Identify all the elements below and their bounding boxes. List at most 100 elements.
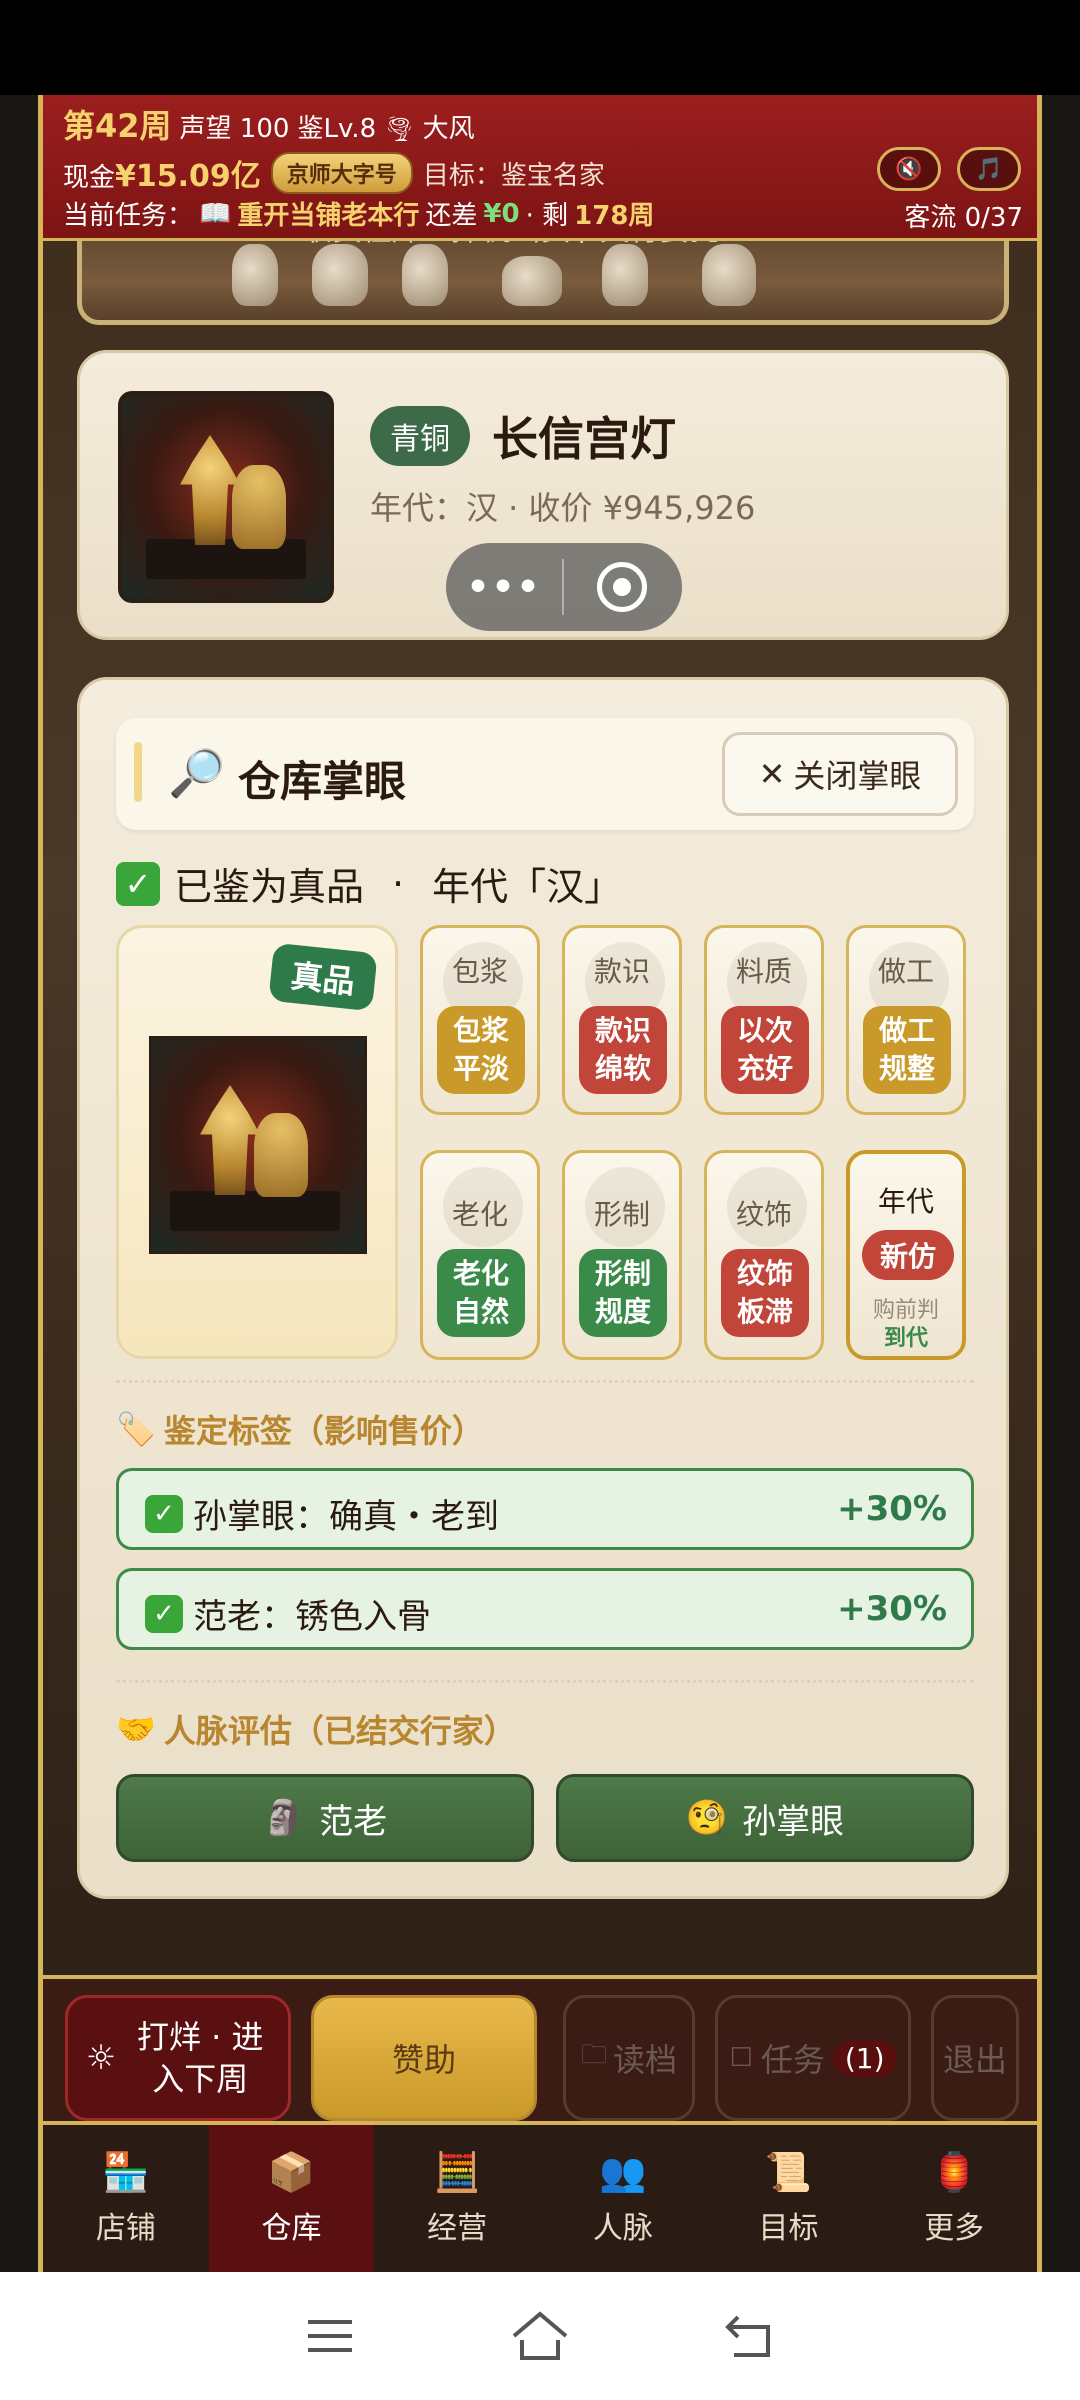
tasks-label: 任务 [760, 2041, 825, 2079]
attribute-tile[interactable]: 纹饰 纹饰 板滞 [704, 1150, 824, 1360]
bottom-tab-bar: 🏪 店铺 📦 仓库 🧮 经营 👥 人脉 📜 目标 🏮 更多 [43, 2125, 1037, 2272]
target-circle-icon [597, 562, 647, 612]
close-miniprogram-button[interactable] [564, 562, 680, 612]
contact-label: 孙掌眼 [742, 1801, 845, 1842]
tab-label: 店铺 [95, 2210, 156, 2246]
exit-label: 退出 [942, 2041, 1007, 2079]
appraisal-level: 鉴Lv.8 [297, 114, 377, 144]
menu-icon[interactable] [300, 2306, 360, 2366]
item-title-row: 青铜 长信宫灯 [370, 403, 676, 469]
week-counter: 第42周 [63, 107, 172, 145]
header-row-task: 当前任务： 📖 重开当铺老本行 还差 ¥0 · 剩 178周 [63, 195, 654, 232]
action-bar: ☼ 打烊 · 进入下周 赞助 🗀 读档 ☐ 任务 (1) 退出 [43, 1975, 1037, 2125]
home-icon[interactable] [510, 2306, 570, 2366]
system-nav-bar [0, 2272, 1080, 2400]
item-name: 长信宫灯 [492, 412, 676, 466]
customer-traffic: 客流 0/37 [904, 203, 1023, 233]
tab-label: 人脉 [592, 2210, 653, 2246]
font-badge[interactable]: 京师大字号 [270, 152, 413, 194]
verdict-separator: · [392, 861, 405, 906]
authentic-badge: 真品 [268, 942, 378, 1012]
material-tag: 青铜 [370, 406, 470, 466]
speaker-mute-icon: 🔇 [895, 156, 923, 182]
attribute-tile[interactable]: 老化 老化 自然 [420, 1150, 540, 1360]
tab-shop[interactable]: 🏪 店铺 [43, 2125, 209, 2272]
reputation: 声望 100 [179, 114, 290, 144]
attribute-tile[interactable]: 款识 款识 绵软 [562, 925, 682, 1115]
attribute-name: 款识 [593, 955, 650, 988]
attribute-name: 做工 [877, 955, 934, 988]
appraisal-tag: ✓ 范老：锈色入骨 +30% [116, 1568, 974, 1650]
contacts-heading-text: 人脉评估（已结交行家） [163, 1712, 516, 1750]
handshake-icon: 🤝 [116, 1710, 156, 1748]
cash-label: 现金 [63, 163, 116, 193]
tab-more[interactable]: 🏮 更多 [871, 2125, 1037, 2272]
tab-label: 目标 [758, 2210, 819, 2246]
tab-label: 仓库 [261, 2210, 322, 2246]
contacts-heading: 🤝 人脉评估（已结交行家） [116, 1706, 516, 1752]
task-gap-value: ¥0 [483, 198, 520, 229]
vase-image [602, 244, 648, 306]
attribute-tile[interactable]: 形制 形制 规度 [562, 1150, 682, 1360]
contact-button-sun[interactable]: 🧐 孙掌眼 [556, 1774, 974, 1862]
mini-program-capsule: ••• [446, 543, 682, 631]
goal-text: 目标：鉴宝名家 [422, 160, 605, 191]
attribute-tile[interactable]: 包浆 包浆 平淡 [420, 925, 540, 1115]
sun-icon: ☼ [85, 2038, 117, 2078]
tab-business[interactable]: 🧮 经营 [374, 2125, 540, 2272]
tag-bonus: +30% [837, 1489, 947, 1529]
attribute-name: 形制 [593, 1198, 650, 1231]
tag-text-group: ✓ 孙掌眼：确真・老到 [145, 1489, 499, 1538]
attribute-tile[interactable]: 做工 做工 规整 [846, 925, 966, 1115]
task-remain-label: · 剩 [525, 201, 569, 231]
attribute-name: 料质 [735, 955, 792, 988]
close-appraisal-button[interactable]: ✕ 关闭掌眼 [722, 732, 958, 816]
panel-header: 🔎 仓库掌眼 ✕ 关闭掌眼 [116, 718, 974, 830]
tags-heading-text: 鉴定标签（影响售价） [163, 1412, 484, 1450]
verdict-text: 已鉴为真品 [174, 865, 365, 909]
people-icon: 👥 [599, 2150, 647, 2194]
divider [116, 1680, 974, 1683]
check-icon: ✓ [145, 1494, 183, 1533]
tasks-button[interactable]: ☐ 任务 (1) [715, 1995, 911, 2121]
back-icon[interactable] [720, 2306, 780, 2366]
panel-title: 仓库掌眼 [238, 757, 407, 806]
monocle-face-icon: 🧐 [685, 1798, 729, 1838]
tab-goals[interactable]: 📜 目标 [706, 2125, 872, 2272]
tag-bonus: +30% [837, 1589, 947, 1629]
vase-image [232, 244, 278, 306]
task-name[interactable]: 重开当铺老本行 [237, 195, 419, 232]
sponsor-button[interactable]: 赞助 [311, 1995, 537, 2121]
scroll-icon: 📜 [764, 2150, 813, 2194]
more-options-button[interactable]: ••• [446, 567, 562, 608]
item-preview-tile[interactable]: 真品 [116, 925, 398, 1359]
tag-text-group: ✓ 范老：锈色入骨 [145, 1589, 431, 1638]
tag-text: 范老：锈色入骨 [193, 1597, 431, 1637]
task-label: 当前任务： [63, 201, 194, 231]
checkbox-icon: ☐ [729, 2043, 753, 2073]
tag-text: 孙掌眼：确真・老到 [193, 1497, 499, 1537]
music-button[interactable]: 🎵 [957, 147, 1021, 191]
mute-button[interactable]: 🔇 [877, 147, 941, 191]
item-thumbnail[interactable] [118, 391, 334, 603]
tab-warehouse[interactable]: 📦 仓库 [208, 2125, 375, 2272]
cash-value: ¥15.09亿 [115, 159, 261, 194]
sponsor-label: 赞助 [391, 2041, 456, 2079]
weather: 大风 [422, 114, 475, 144]
load-save-button[interactable]: 🗀 读档 [563, 1995, 695, 2121]
era-result: 新仿 [862, 1230, 954, 1280]
moai-icon: 🗿 [262, 1798, 306, 1838]
contact-button-fanlao[interactable]: 🗿 范老 [116, 1774, 534, 1862]
next-week-button[interactable]: ☼ 打烊 · 进入下周 [65, 1995, 291, 2121]
era-tile[interactable]: 年代 新仿 购前判 到代 [846, 1150, 966, 1360]
book-icon: 📖 [199, 198, 232, 229]
lamp-base [170, 1191, 340, 1231]
exit-button[interactable]: 退出 [931, 1995, 1019, 2121]
tab-contacts[interactable]: 👥 人脉 [540, 2125, 706, 2272]
abacus-icon: 🧮 [433, 2150, 481, 2194]
attribute-tile[interactable]: 料质 以次 充好 [704, 925, 824, 1115]
vase-image [312, 244, 368, 306]
appraisal-panel: 🔎 仓库掌眼 ✕ 关闭掌眼 ✓ 已鉴为真品 · 年代「汉」 真品 包浆 包浆 平… [77, 677, 1009, 1899]
figure-image [254, 1113, 308, 1197]
item-meta: 年代：汉 · 收价 ¥945,926 [370, 489, 756, 527]
